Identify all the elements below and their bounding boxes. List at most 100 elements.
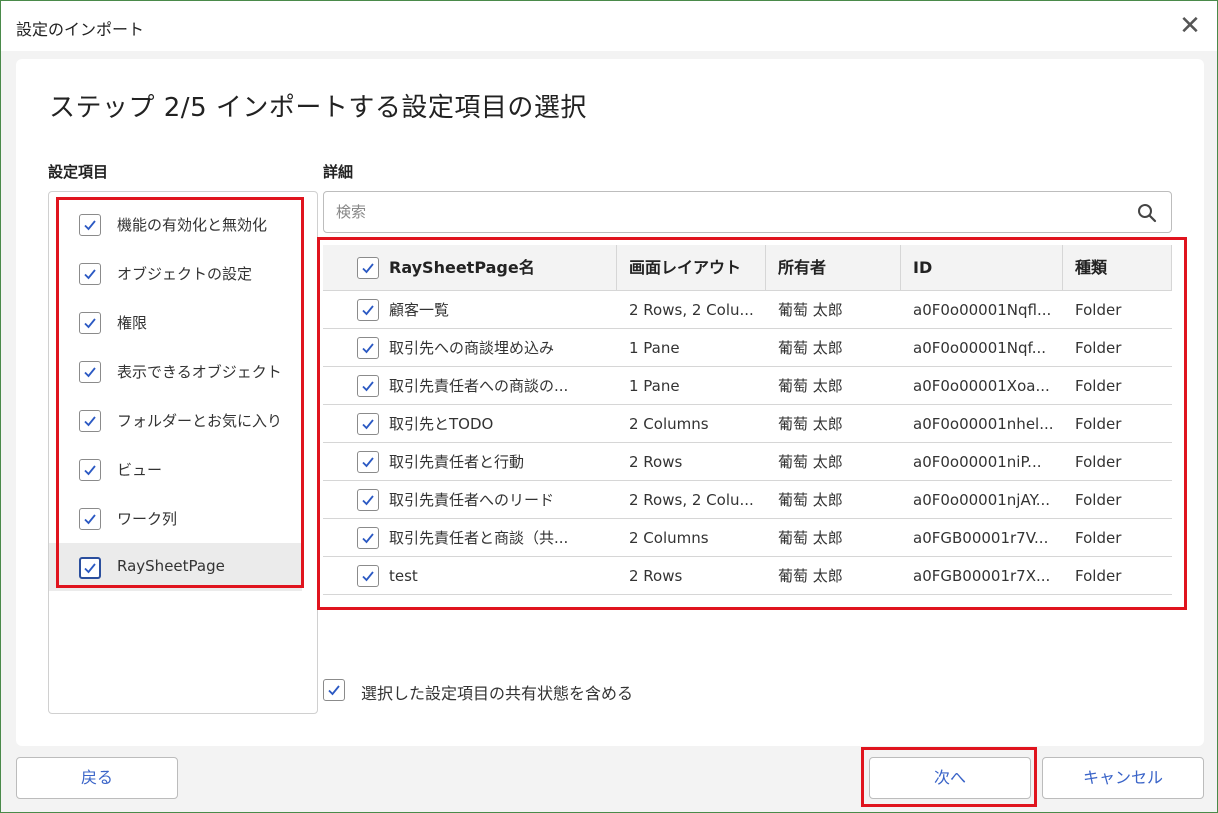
table-cell: 2 Columns xyxy=(629,415,709,433)
column-header[interactable]: ID xyxy=(901,245,1063,291)
check-icon xyxy=(84,318,96,329)
table-cell: Folder xyxy=(1075,377,1122,395)
table-cell: test xyxy=(389,567,418,585)
next-button[interactable]: 次へ xyxy=(869,757,1031,799)
wizard-panel: ステップ 2/5 インポートする設定項目の選択 設定項目 詳細 機能の有効化と無… xyxy=(16,59,1204,746)
settings-item[interactable]: RaySheetPage xyxy=(49,543,302,591)
table-cell: a0F0o00001Nqfl... xyxy=(913,301,1052,319)
search-field[interactable] xyxy=(323,191,1172,233)
table-cell: 葡萄 太郎 xyxy=(778,567,843,585)
column-header[interactable]: 画面レイアウト xyxy=(617,245,766,291)
table-cell: 取引先とTODO xyxy=(389,415,494,433)
settings-item[interactable]: 権限 xyxy=(49,298,302,346)
table-cell: 2 Columns xyxy=(629,529,709,547)
settings-item[interactable]: フォルダーとお気に入り xyxy=(49,396,302,444)
check-icon xyxy=(362,263,374,274)
table-row[interactable]: test 2 Rows 葡萄 太郎 a0FGB00001r7X... Folder xyxy=(323,557,1172,595)
table-row[interactable]: 取引先への商談埋め込み 1 Pane 葡萄 太郎 a0F0o00001Nqf... Fo… xyxy=(323,329,1172,367)
settings-section-label: 設定項目 xyxy=(48,163,109,181)
table-row[interactable]: 取引先責任者と行動 2 Rows 葡萄 太郎 a0F0o00001niP... Fold… xyxy=(323,443,1172,481)
table-cell: a0F0o00001niP... xyxy=(913,453,1042,471)
settings-item-checkbox[interactable] xyxy=(79,557,101,579)
settings-item[interactable]: ビュー xyxy=(49,445,302,493)
table-row[interactable]: 取引先責任者と商談（共... 2 Columns 葡萄 太郎 a0FGB00001r7… xyxy=(323,519,1172,557)
check-icon xyxy=(84,416,96,427)
table-cell: 葡萄 太郎 xyxy=(778,415,843,433)
table-cell: a0F0o00001Xoa... xyxy=(913,377,1050,395)
table-row[interactable]: 取引先とTODO 2 Columns 葡萄 太郎 a0F0o00001nhel... F… xyxy=(323,405,1172,443)
table-cell: 1 Pane xyxy=(629,339,680,357)
settings-item[interactable]: オブジェクトの設定 xyxy=(49,249,302,297)
table-cell: 2 Rows, 2 Colu... xyxy=(629,301,754,319)
settings-item[interactable]: ワーク列 xyxy=(49,494,302,542)
table-cell: 葡萄 太郎 xyxy=(778,339,843,357)
table-cell: 1 Pane xyxy=(629,377,680,395)
settings-item-checkbox[interactable] xyxy=(79,459,101,481)
settings-item-checkbox[interactable] xyxy=(79,508,101,530)
check-icon xyxy=(84,367,96,378)
table-cell: 顧客一覧 xyxy=(389,301,450,319)
table-row[interactable]: 取引先責任者への商談の... 1 Pane 葡萄 太郎 a0F0o00001Xoa..… xyxy=(323,367,1172,405)
settings-item-checkbox[interactable] xyxy=(79,361,101,383)
settings-item-label: ワーク列 xyxy=(117,510,178,528)
table-row[interactable]: 取引先責任者へのリード 2 Rows, 2 Colu... 葡萄 太郎 a0F0o00… xyxy=(323,481,1172,519)
table-cell: Folder xyxy=(1075,491,1122,509)
settings-item-label: 表示できるオブジェクト xyxy=(117,363,282,381)
settings-item-checkbox[interactable] xyxy=(79,312,101,334)
table-cell: 取引先責任者と行動 xyxy=(389,453,525,471)
close-button[interactable]: ✕ xyxy=(1177,11,1203,41)
dialog-title: 設定のインポート xyxy=(16,20,145,39)
settings-item-label: 権限 xyxy=(117,314,148,332)
settings-item-label: フォルダーとお気に入り xyxy=(117,412,283,430)
table-cell: Folder xyxy=(1075,529,1122,547)
table-cell: a0FGB00001r7X... xyxy=(913,567,1051,585)
table-cell: 葡萄 太郎 xyxy=(778,301,843,319)
settings-item[interactable]: 表示できるオブジェクト xyxy=(49,347,302,395)
column-header[interactable]: 種類 xyxy=(1063,245,1172,291)
include-share-checkbox[interactable] xyxy=(323,679,345,701)
check-icon xyxy=(328,685,340,696)
settings-item-label: オブジェクトの設定 xyxy=(117,265,253,283)
table-cell: 取引先への商談埋め込み xyxy=(389,339,555,357)
table-cell: a0FGB00001r7V... xyxy=(913,529,1049,547)
table-cell: 2 Rows xyxy=(629,453,683,471)
column-header[interactable]: 所有者 xyxy=(766,245,901,291)
settings-item-checkbox[interactable] xyxy=(79,263,101,285)
check-icon xyxy=(84,465,96,476)
settings-item[interactable]: 機能の有効化と無効化 xyxy=(49,200,302,248)
settings-item-list: 機能の有効化と無効化 オブジェクトの設定 権限表示できるオブジェクト フォルダーとお気… xyxy=(48,191,318,714)
title-bar: 設定のインポート ✕ xyxy=(1,1,1217,51)
table-header: RaySheetPage名 画面レイアウト 所有者 ID 種類 xyxy=(323,245,1172,291)
settings-item-label: 機能の有効化と無効化 xyxy=(117,216,268,234)
include-share-label: 選択した設定項目の共有状態を含める xyxy=(361,684,634,703)
page-title: ステップ 2/5 インポートする設定項目の選択 xyxy=(49,93,587,123)
table-row[interactable]: 顧客一覧 2 Rows, 2 Colu... 葡萄 太郎 a0F0o00001Nqfl… xyxy=(323,291,1172,329)
settings-item-label: RaySheetPage xyxy=(117,557,225,575)
settings-item-checkbox[interactable] xyxy=(79,410,101,432)
table-cell: a0F0o00001njAY... xyxy=(913,491,1050,509)
settings-item-label: ビュー xyxy=(117,461,163,479)
table-cell: 葡萄 太郎 xyxy=(778,453,843,471)
table-cell: Folder xyxy=(1075,453,1122,471)
select-all-checkbox[interactable] xyxy=(357,257,379,279)
table-cell: 取引先責任者へのリード xyxy=(389,491,555,509)
table-cell: Folder xyxy=(1075,339,1122,357)
table-cell: Folder xyxy=(1075,415,1122,433)
table-cell: 葡萄 太郎 xyxy=(778,529,843,547)
search-icon[interactable] xyxy=(1137,203,1157,223)
check-icon xyxy=(84,220,96,231)
table-cell: 取引先責任者への商談の... xyxy=(389,377,569,395)
table-cell: 2 Rows, 2 Colu... xyxy=(629,491,754,509)
search-input[interactable] xyxy=(334,198,1114,226)
back-button[interactable]: 戻る xyxy=(16,757,178,799)
settings-item-checkbox[interactable] xyxy=(79,214,101,236)
table-cell: Folder xyxy=(1075,301,1122,319)
table-cell: 葡萄 太郎 xyxy=(778,491,843,509)
detail-section-label: 詳細 xyxy=(323,163,354,181)
close-icon: ✕ xyxy=(1179,11,1201,41)
table-cell: 2 Rows xyxy=(629,567,683,585)
import-settings-dialog: 設定のインポート ✕ ステップ 2/5 インポートする設定項目の選択 設定項目 … xyxy=(0,0,1218,813)
table-cell: a0F0o00001Nqf... xyxy=(913,339,1047,357)
cancel-button[interactable]: キャンセル xyxy=(1042,757,1204,799)
check-icon xyxy=(84,563,96,574)
